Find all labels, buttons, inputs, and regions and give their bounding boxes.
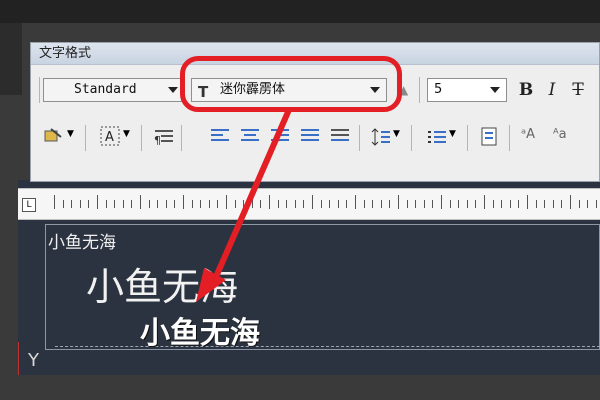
annotation-arrow	[196, 109, 291, 302]
